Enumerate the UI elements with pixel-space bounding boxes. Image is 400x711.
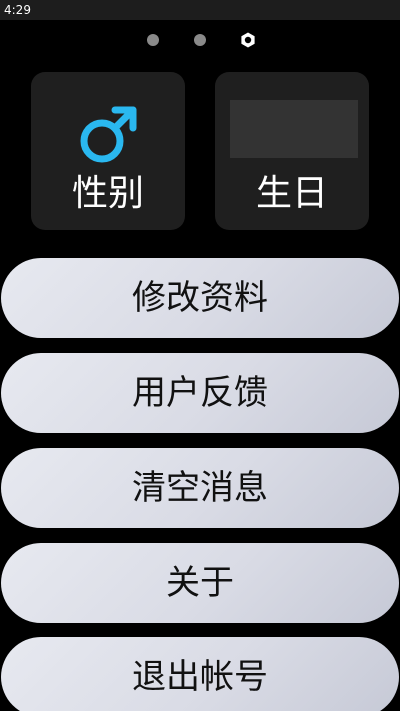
birthday-value-field[interactable] xyxy=(230,100,358,158)
clear-messages-button[interactable]: 清空消息 xyxy=(1,448,399,528)
settings-screen: 4:29 性别 生日 修改资料 用户反馈 清空消息 关于 退出帐号 xyxy=(0,0,400,711)
birthday-label: 生日 xyxy=(255,173,328,214)
settings-hexagon-icon[interactable] xyxy=(240,32,256,48)
status-bar: 4:29 xyxy=(0,0,400,20)
feedback-button[interactable]: 用户反馈 xyxy=(1,353,399,433)
page-indicator xyxy=(0,30,400,50)
edit-profile-button[interactable]: 修改资料 xyxy=(1,258,399,338)
about-button[interactable]: 关于 xyxy=(1,543,399,623)
page-dot-2[interactable] xyxy=(194,34,206,46)
status-time: 4:29 xyxy=(4,3,31,17)
page-dot-1[interactable] xyxy=(147,34,159,46)
male-icon xyxy=(77,102,141,166)
gender-tile[interactable]: 性别 xyxy=(31,72,185,230)
birthday-tile[interactable]: 生日 xyxy=(215,72,369,230)
gender-label: 性别 xyxy=(71,173,144,214)
logout-button[interactable]: 退出帐号 xyxy=(1,637,399,711)
